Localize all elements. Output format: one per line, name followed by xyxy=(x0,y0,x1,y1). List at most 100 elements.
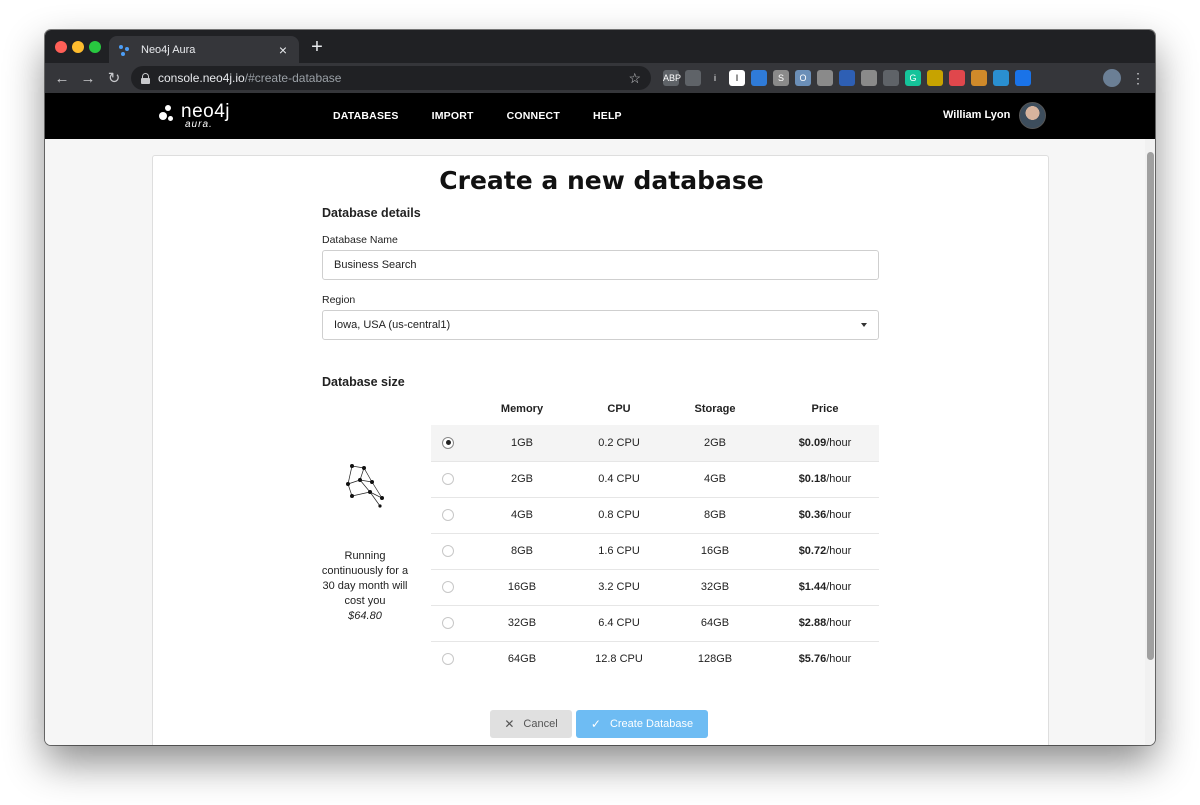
close-window-button[interactable] xyxy=(55,41,67,53)
memory-cell: 4GB xyxy=(465,496,579,533)
logo-subtitle: aura. xyxy=(185,119,213,130)
cpu-cell: 0.8 CPU xyxy=(579,496,659,533)
nav-import[interactable]: IMPORT xyxy=(432,110,474,122)
database-name-input[interactable] xyxy=(322,250,879,280)
table-header-select xyxy=(431,393,465,425)
profile-avatar[interactable] xyxy=(1103,69,1121,87)
grammarly-icon[interactable]: G xyxy=(905,70,921,86)
new-tab-button[interactable]: + xyxy=(307,36,327,58)
reload-button[interactable]: ↻ xyxy=(101,69,127,87)
page-scrollbar-thumb[interactable] xyxy=(1147,152,1154,660)
size-radio-cell[interactable] xyxy=(431,425,465,461)
region-select[interactable]: Iowa, USA (us-central1) xyxy=(322,310,879,340)
star-badge-icon[interactable] xyxy=(927,70,943,86)
bird-icon[interactable] xyxy=(971,70,987,86)
storage-cell: 8GB xyxy=(659,496,771,533)
globe-icon[interactable] xyxy=(751,70,767,86)
table-row[interactable]: 32GB 6.4 CPU 64GB $2.88/hour xyxy=(431,604,879,641)
region-label: Region xyxy=(322,294,356,306)
size-radio-cell[interactable] xyxy=(431,568,465,605)
database-size-table: Memory CPU Storage Price 1GB 0.2 CPU 2GB $0… xyxy=(431,393,879,677)
user-name[interactable]: William Lyon xyxy=(943,109,1010,121)
cancel-button[interactable]: ✕ Cancel xyxy=(490,710,572,738)
shield-icon[interactable] xyxy=(949,70,965,86)
ring-icon[interactable]: O xyxy=(795,70,811,86)
create-database-button-label: Create Database xyxy=(609,718,694,730)
size-radio-cell[interactable] xyxy=(431,460,465,497)
info-icon[interactable]: i xyxy=(707,70,723,86)
instapaper-icon[interactable]: I xyxy=(729,70,745,86)
bookmark-star-icon[interactable]: ☆ xyxy=(628,70,641,87)
logo-dot-icon xyxy=(159,112,167,120)
price-unit: /hour xyxy=(826,653,852,666)
url-path: /#create-database xyxy=(244,71,342,85)
minimize-window-button[interactable] xyxy=(72,41,84,53)
url-host: console.neo4j.io xyxy=(158,71,245,85)
tab-strip: Neo4j Aura × + xyxy=(45,30,1155,63)
price-unit: /hour xyxy=(826,436,852,449)
cpu-cell: 6.4 CPU xyxy=(579,604,659,641)
pause-icon[interactable] xyxy=(1015,70,1031,86)
table-row[interactable]: 16GB 3.2 CPU 32GB $1.44/hour xyxy=(431,568,879,605)
size-radio[interactable] xyxy=(442,653,454,666)
user-avatar[interactable] xyxy=(1019,102,1046,129)
table-row[interactable]: 64GB 12.8 CPU 128GB $5.76/hour xyxy=(431,640,879,677)
size-radio[interactable] xyxy=(442,509,454,522)
table-header-row: Memory CPU Storage Price xyxy=(431,393,879,425)
maximize-window-button[interactable] xyxy=(89,41,101,53)
storage-cell: 128GB xyxy=(659,640,771,677)
price-unit: /hour xyxy=(826,617,852,629)
size-radio[interactable] xyxy=(442,617,454,630)
neo4j-aura-logo[interactable]: neo4j aura. xyxy=(159,101,239,131)
table-row[interactable]: 2GB 0.4 CPU 4GB $0.18/hour xyxy=(431,460,879,497)
nav-connect[interactable]: CONNECT xyxy=(507,110,560,122)
size-radio[interactable] xyxy=(442,581,454,594)
nav-help[interactable]: HELP xyxy=(593,110,622,122)
storage-cell: 2GB xyxy=(659,425,771,461)
cpu-cell: 12.8 CPU xyxy=(579,640,659,677)
nav-databases[interactable]: DATABASES xyxy=(333,110,399,122)
price-value: $0.09 xyxy=(798,436,827,449)
back-button[interactable]: ← xyxy=(49,70,75,87)
tab-close-icon[interactable]: × xyxy=(275,42,291,58)
cpu-cell: 0.2 CPU xyxy=(579,425,659,461)
extension-icon[interactable] xyxy=(685,70,701,86)
price-value: $5.76 xyxy=(798,653,827,666)
graph-network-icon xyxy=(346,464,384,508)
extensions-bar: ABP i I S O G xyxy=(663,70,1031,86)
table-row[interactable]: 4GB 0.8 CPU 8GB $0.36/hour xyxy=(431,496,879,533)
browser-tab-active[interactable]: Neo4j Aura × xyxy=(109,36,299,63)
address-bar[interactable]: console.neo4j.io/#create-database ☆ xyxy=(131,66,651,90)
columns-icon[interactable] xyxy=(883,70,899,86)
price-cell: $0.18/hour xyxy=(771,460,879,497)
database-name-label: Database Name xyxy=(322,234,398,246)
page-content: Create a new database Database details D… xyxy=(45,139,1145,745)
price-value: $1.44 xyxy=(798,581,827,593)
adblock-icon[interactable]: ABP xyxy=(663,70,681,86)
tab-title: Neo4j Aura xyxy=(141,43,196,56)
table-row[interactable]: 1GB 0.2 CPU 2GB $0.09/hour xyxy=(431,425,879,461)
table-row[interactable]: 8GB 1.6 CPU 16GB $0.72/hour xyxy=(431,532,879,569)
create-database-button[interactable]: ✓ Create Database xyxy=(576,710,708,738)
browser-menu-icon[interactable]: ⋮ xyxy=(1131,69,1145,87)
size-radio[interactable] xyxy=(442,545,454,558)
extension-s-icon[interactable]: S xyxy=(773,70,789,86)
briefcase-icon[interactable] xyxy=(861,70,877,86)
size-radio-cell[interactable] xyxy=(431,496,465,533)
extension-badge-icon[interactable] xyxy=(839,70,855,86)
memory-cell: 32GB xyxy=(465,604,579,641)
size-radio-cell[interactable] xyxy=(431,640,465,677)
size-radio-cell[interactable] xyxy=(431,604,465,641)
price-value: $0.36 xyxy=(798,509,827,521)
app-header: neo4j aura. DATABASES IMPORT CONNECT HEL… xyxy=(45,93,1155,139)
wrench-icon[interactable] xyxy=(817,70,833,86)
size-radio[interactable] xyxy=(442,436,454,449)
forward-button[interactable]: → xyxy=(75,70,101,87)
lock-icon xyxy=(141,72,150,84)
size-radio[interactable] xyxy=(442,473,454,486)
chevron-down-icon xyxy=(861,323,867,327)
price-value: $0.18 xyxy=(798,473,827,485)
layers-icon[interactable] xyxy=(993,70,1009,86)
memory-cell: 2GB xyxy=(465,460,579,497)
size-radio-cell[interactable] xyxy=(431,532,465,569)
